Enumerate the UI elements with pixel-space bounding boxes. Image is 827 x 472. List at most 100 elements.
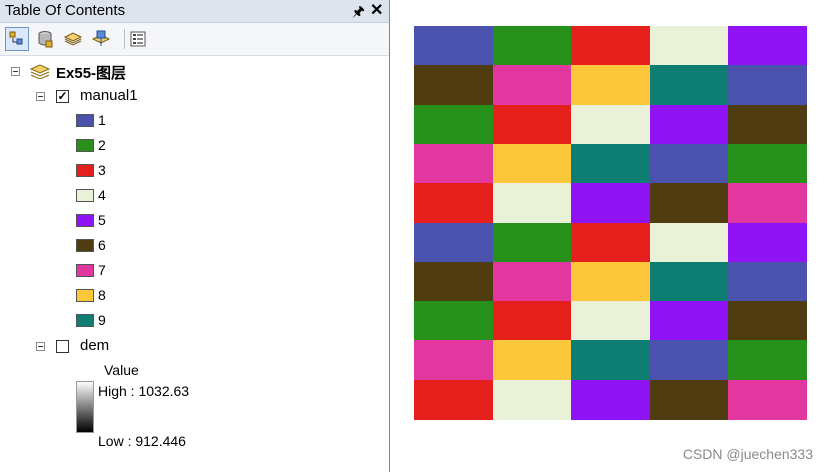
raster-cell: [492, 301, 572, 342]
raster-cell: [649, 222, 729, 263]
raster-cell: [414, 65, 493, 106]
list-by-selection-icon: [91, 30, 111, 46]
legend-swatch[interactable]: [76, 164, 94, 177]
list-by-visibility-icon: [63, 32, 83, 46]
legend-label: 7: [98, 262, 106, 278]
legend-label: 5: [98, 212, 106, 228]
toc-title: Table Of Contents: [5, 2, 126, 19]
raster-cell: [414, 301, 493, 342]
layer-name-dem[interactable]: dem: [80, 337, 109, 354]
legend-label: 8: [98, 287, 106, 303]
raster-cell: [571, 222, 651, 263]
raster-cell: [649, 340, 729, 381]
options-button[interactable]: [126, 27, 150, 51]
manual1-collapse-toggle[interactable]: [36, 92, 45, 101]
dataframe-layers-icon: [30, 64, 50, 79]
raster-cell: [492, 104, 572, 145]
raster-cell: [649, 65, 729, 106]
raster-cell: [649, 183, 729, 224]
raster-cell: [492, 65, 572, 106]
legend-swatch[interactable]: [76, 114, 94, 127]
raster-cell: [492, 379, 572, 420]
raster-cell: [571, 26, 651, 66]
legend-swatch[interactable]: [76, 289, 94, 302]
list-by-drawing-order-button[interactable]: [5, 27, 29, 51]
legend-swatch[interactable]: [76, 239, 94, 252]
manual1-visibility-checkbox[interactable]: ✓: [56, 90, 69, 103]
raster-cell: [649, 261, 729, 302]
manual1-raster: [414, 26, 808, 420]
raster-cell: [571, 65, 651, 106]
legend-label: 9: [98, 312, 106, 328]
raster-cell: [414, 183, 493, 224]
table-of-contents-panel: Table Of Contents 🖈︎ ✕ Ex55-图层 ✓ manual1…: [0, 0, 390, 472]
raster-cell: [571, 301, 651, 342]
list-by-visibility-button[interactable]: [61, 27, 85, 51]
raster-cell: [728, 222, 808, 263]
raster-cell: [728, 143, 808, 184]
raster-cell: [649, 143, 729, 184]
dem-legend-title: Value: [104, 362, 139, 378]
raster-cell: [414, 379, 493, 420]
raster-cell: [492, 26, 572, 66]
raster-cell: [492, 183, 572, 224]
raster-cell: [728, 301, 808, 342]
dem-legend-high: High : 1032.63: [98, 383, 190, 399]
dem-color-ramp: [76, 381, 94, 433]
layer-tree: Ex55-图层 ✓ manual1 1 2 3 4 5 6 7 8 9 dem Value Hi…: [0, 56, 389, 472]
raster-cell: [728, 104, 808, 145]
close-icon[interactable]: ✕: [370, 0, 383, 20]
toc-toolbar: [0, 23, 389, 56]
raster-cell: [728, 26, 808, 66]
legend-label: 4: [98, 187, 106, 203]
list-by-drawing-order-icon: [9, 31, 23, 45]
raster-cell: [492, 222, 572, 263]
list-by-selection-button[interactable]: [89, 27, 113, 51]
dem-visibility-checkbox[interactable]: [56, 340, 69, 353]
options-icon: [130, 31, 146, 47]
list-by-source-icon: [38, 31, 53, 48]
raster-cell: [649, 379, 729, 420]
raster-cell: [414, 104, 493, 145]
raster-cell: [571, 261, 651, 302]
legend-label: 6: [98, 237, 106, 253]
raster-cell: [728, 65, 808, 106]
raster-cell: [728, 379, 808, 420]
raster-cell: [492, 143, 572, 184]
raster-cell: [728, 183, 808, 224]
toolbar-separator: [124, 29, 125, 49]
legend-swatch[interactable]: [76, 139, 94, 152]
dataframe-collapse-toggle[interactable]: [11, 67, 20, 76]
raster-cell: [571, 104, 651, 145]
dataframe-name[interactable]: Ex55-图层: [56, 62, 126, 83]
layer-name-manual1[interactable]: manual1: [80, 87, 138, 104]
raster-cell: [414, 143, 493, 184]
map-view[interactable]: CSDN @juechen333: [395, 0, 827, 472]
legend-label: 1: [98, 112, 106, 128]
raster-cell: [649, 26, 729, 66]
list-by-source-button[interactable]: [33, 27, 57, 51]
raster-cell: [571, 379, 651, 420]
legend-label: 3: [98, 162, 106, 178]
raster-cell: [414, 26, 493, 66]
raster-cell: [571, 143, 651, 184]
legend-swatch[interactable]: [76, 264, 94, 277]
watermark: CSDN @juechen333: [682, 446, 813, 462]
legend-swatch[interactable]: [76, 189, 94, 202]
raster-cell: [571, 183, 651, 224]
pin-icon[interactable]: 🖈︎: [352, 1, 365, 25]
raster-cell: [492, 340, 572, 381]
toc-title-bar: Table Of Contents 🖈︎ ✕: [0, 0, 389, 23]
legend-swatch[interactable]: [76, 314, 94, 327]
raster-cell: [414, 222, 493, 263]
legend-swatch[interactable]: [76, 214, 94, 227]
raster-cell: [649, 301, 729, 342]
raster-cell: [728, 261, 808, 302]
raster-cell: [492, 261, 572, 302]
raster-cell: [649, 104, 729, 145]
dem-legend-low: Low : 912.446: [98, 433, 186, 449]
dem-collapse-toggle[interactable]: [36, 342, 45, 351]
raster-cell: [414, 340, 493, 381]
raster-cell: [728, 340, 808, 381]
raster-cell: [414, 261, 493, 302]
